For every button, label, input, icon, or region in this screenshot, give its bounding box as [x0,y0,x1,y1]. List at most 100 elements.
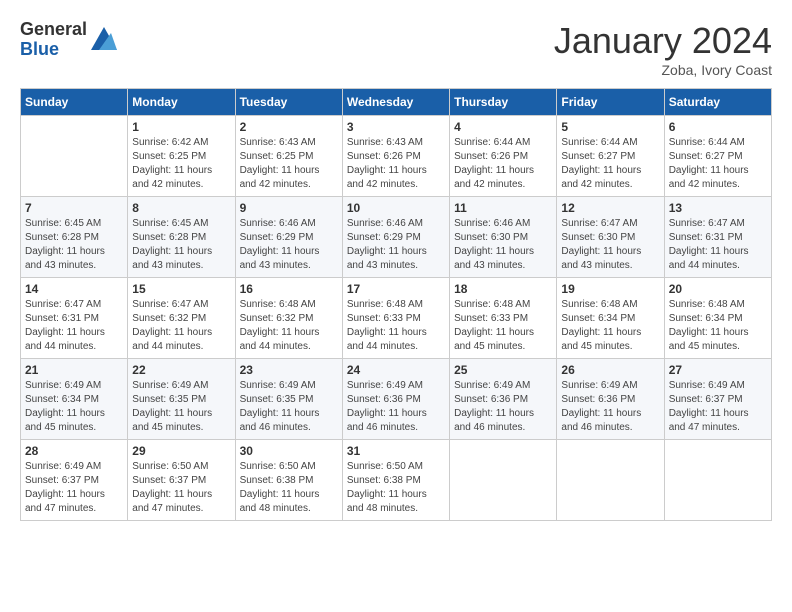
day-number: 7 [25,201,123,215]
calendar-cell: 7 Sunrise: 6:45 AM Sunset: 6:28 PM Daylig… [21,197,128,278]
day-number: 23 [240,363,338,377]
calendar-cell: 2Sunrise: 6:43 AM Sunset: 6:25 PM Daylig… [235,116,342,197]
day-number: 25 [454,363,552,377]
calendar-body: 1 Sunrise: 6:42 AM Sunset: 6:25 PM Daylig… [21,116,772,521]
day-number: 15 [132,282,230,296]
day-info: Sunrise: 6:44 AM Sunset: 6:26 PM Dayligh… [454,136,552,192]
day-info: Sunrise: 6:47 AM Sunset: 6:31 PM Dayligh… [669,217,767,273]
calendar-cell: 16Sunrise: 6:48 AM Sunset: 6:32 PM Dayli… [235,278,342,359]
calendar-week-2: 7 Sunrise: 6:45 AM Sunset: 6:28 PM Daylig… [21,197,772,278]
calendar-cell: 23Sunrise: 6:49 AM Sunset: 6:35 PM Dayli… [235,359,342,440]
header-day-friday: Friday [557,89,664,116]
calendar-cell: 15 Sunrise: 6:47 AM Sunset: 6:32 PM Dayli… [128,278,235,359]
day-info: Sunrise: 6:47 AM Sunset: 6:30 PM Dayligh… [561,217,659,273]
calendar-cell [21,116,128,197]
calendar-cell: 21 Sunrise: 6:49 AM Sunset: 6:34 PM Dayli… [21,359,128,440]
day-info: Sunrise: 6:42 AM Sunset: 6:25 PM Dayligh… [132,136,230,192]
calendar-cell: 1 Sunrise: 6:42 AM Sunset: 6:25 PM Daylig… [128,116,235,197]
day-info: Sunrise: 6:48 AM Sunset: 6:32 PM Dayligh… [240,298,338,354]
calendar-cell: 4 Sunrise: 6:44 AM Sunset: 6:26 PM Daylig… [450,116,557,197]
logo-icon [89,25,119,55]
day-info: Sunrise: 6:50 AM Sunset: 6:38 PM Dayligh… [347,460,445,516]
calendar-cell: 9Sunrise: 6:46 AM Sunset: 6:29 PM Daylig… [235,197,342,278]
day-info: Sunrise: 6:46 AM Sunset: 6:30 PM Dayligh… [454,217,552,273]
day-number: 4 [454,120,552,134]
header-day-monday: Monday [128,89,235,116]
header-day-wednesday: Wednesday [342,89,449,116]
day-number: 2 [240,120,338,134]
calendar-cell: 31 Sunrise: 6:50 AM Sunset: 6:38 PM Dayli… [342,440,449,521]
day-info: Sunrise: 6:49 AM Sunset: 6:35 PM Dayligh… [132,379,230,435]
day-info: Sunrise: 6:49 AM Sunset: 6:34 PM Dayligh… [25,379,123,435]
day-number: 5 [561,120,659,134]
calendar-cell: 17Sunrise: 6:48 AM Sunset: 6:33 PM Dayli… [342,278,449,359]
calendar-cell: 24 Sunrise: 6:49 AM Sunset: 6:36 PM Dayli… [342,359,449,440]
day-number: 31 [347,444,445,458]
day-info: Sunrise: 6:47 AM Sunset: 6:31 PM Dayligh… [25,298,123,354]
month-title: January 2024 [554,20,772,62]
calendar-cell: 5 Sunrise: 6:44 AM Sunset: 6:27 PM Daylig… [557,116,664,197]
location-subtitle: Zoba, Ivory Coast [554,62,772,78]
day-number: 19 [561,282,659,296]
calendar-cell: 18Sunrise: 6:48 AM Sunset: 6:33 PM Dayli… [450,278,557,359]
day-info: Sunrise: 6:45 AM Sunset: 6:28 PM Dayligh… [132,217,230,273]
day-info: Sunrise: 6:45 AM Sunset: 6:28 PM Dayligh… [25,217,123,273]
day-number: 21 [25,363,123,377]
calendar-cell: 20Sunrise: 6:48 AM Sunset: 6:34 PM Dayli… [664,278,771,359]
calendar-week-3: 14 Sunrise: 6:47 AM Sunset: 6:31 PM Dayli… [21,278,772,359]
day-info: Sunrise: 6:48 AM Sunset: 6:34 PM Dayligh… [561,298,659,354]
day-number: 1 [132,120,230,134]
calendar-week-1: 1 Sunrise: 6:42 AM Sunset: 6:25 PM Daylig… [21,116,772,197]
calendar-cell: 12 Sunrise: 6:47 AM Sunset: 6:30 PM Dayli… [557,197,664,278]
calendar-cell: 14 Sunrise: 6:47 AM Sunset: 6:31 PM Dayli… [21,278,128,359]
calendar-cell: 29 Sunrise: 6:50 AM Sunset: 6:37 PM Dayli… [128,440,235,521]
day-number: 6 [669,120,767,134]
calendar-week-4: 21 Sunrise: 6:49 AM Sunset: 6:34 PM Dayli… [21,359,772,440]
logo-general: General [20,20,87,40]
day-number: 24 [347,363,445,377]
day-info: Sunrise: 6:50 AM Sunset: 6:37 PM Dayligh… [132,460,230,516]
header-day-thursday: Thursday [450,89,557,116]
header-day-sunday: Sunday [21,89,128,116]
logo-blue: Blue [20,40,87,60]
calendar-week-5: 28Sunrise: 6:49 AM Sunset: 6:37 PM Dayli… [21,440,772,521]
day-info: Sunrise: 6:48 AM Sunset: 6:33 PM Dayligh… [454,298,552,354]
calendar-cell: 11 Sunrise: 6:46 AM Sunset: 6:30 PM Dayli… [450,197,557,278]
day-info: Sunrise: 6:49 AM Sunset: 6:37 PM Dayligh… [669,379,767,435]
day-number: 22 [132,363,230,377]
day-info: Sunrise: 6:50 AM Sunset: 6:38 PM Dayligh… [240,460,338,516]
day-number: 17 [347,282,445,296]
day-number: 14 [25,282,123,296]
calendar-table: SundayMondayTuesdayWednesdayThursdayFrid… [20,88,772,521]
day-number: 3 [347,120,445,134]
day-number: 26 [561,363,659,377]
page-header: General Blue January 2024 Zoba, Ivory Co… [20,20,772,78]
calendar-cell: 22 Sunrise: 6:49 AM Sunset: 6:35 PM Dayli… [128,359,235,440]
day-number: 29 [132,444,230,458]
calendar-cell: 27 Sunrise: 6:49 AM Sunset: 6:37 PM Dayli… [664,359,771,440]
day-number: 10 [347,201,445,215]
day-number: 30 [240,444,338,458]
day-number: 11 [454,201,552,215]
logo: General Blue [20,20,119,60]
calendar-cell: 10 Sunrise: 6:46 AM Sunset: 6:29 PM Dayli… [342,197,449,278]
day-number: 27 [669,363,767,377]
day-number: 13 [669,201,767,215]
day-info: Sunrise: 6:49 AM Sunset: 6:36 PM Dayligh… [561,379,659,435]
day-info: Sunrise: 6:49 AM Sunset: 6:36 PM Dayligh… [347,379,445,435]
calendar-cell: 13 Sunrise: 6:47 AM Sunset: 6:31 PM Dayli… [664,197,771,278]
header-day-saturday: Saturday [664,89,771,116]
calendar-cell: 19 Sunrise: 6:48 AM Sunset: 6:34 PM Dayli… [557,278,664,359]
calendar-cell [450,440,557,521]
calendar-cell: 8Sunrise: 6:45 AM Sunset: 6:28 PM Daylig… [128,197,235,278]
calendar-cell: 26 Sunrise: 6:49 AM Sunset: 6:36 PM Dayli… [557,359,664,440]
day-info: Sunrise: 6:44 AM Sunset: 6:27 PM Dayligh… [561,136,659,192]
day-info: Sunrise: 6:46 AM Sunset: 6:29 PM Dayligh… [347,217,445,273]
day-number: 12 [561,201,659,215]
day-info: Sunrise: 6:49 AM Sunset: 6:37 PM Dayligh… [25,460,123,516]
calendar-cell: 30 Sunrise: 6:50 AM Sunset: 6:38 PM Dayli… [235,440,342,521]
day-info: Sunrise: 6:43 AM Sunset: 6:26 PM Dayligh… [347,136,445,192]
day-info: Sunrise: 6:47 AM Sunset: 6:32 PM Dayligh… [132,298,230,354]
title-section: January 2024 Zoba, Ivory Coast [554,20,772,78]
calendar-header: SundayMondayTuesdayWednesdayThursdayFrid… [21,89,772,116]
